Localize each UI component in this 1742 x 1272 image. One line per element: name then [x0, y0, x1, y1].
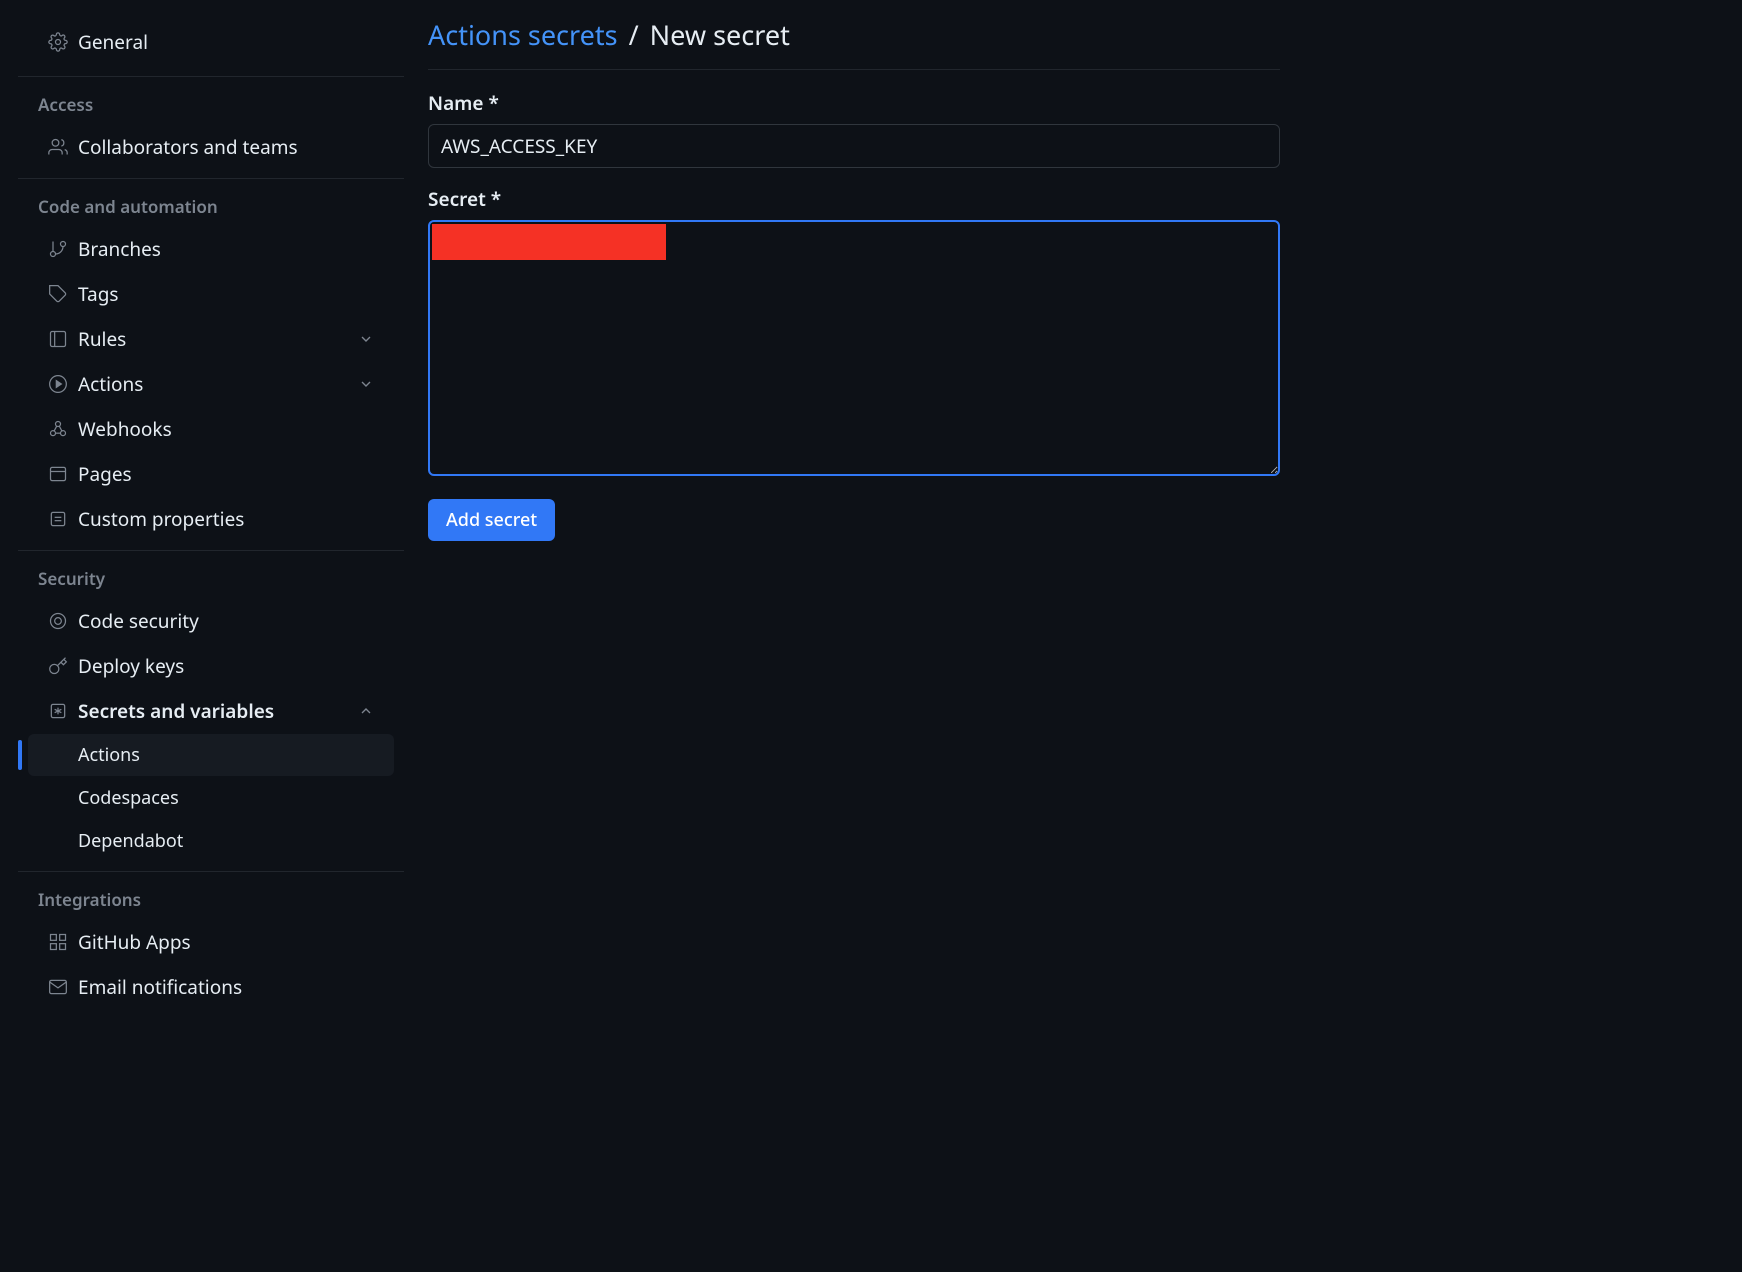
secret-label: Secret *	[428, 186, 1280, 212]
add-secret-button[interactable]: Add secret	[428, 499, 555, 541]
chevron-down-icon	[358, 376, 374, 392]
note-icon	[48, 509, 68, 529]
sidebar-item-label: GitHub Apps	[78, 929, 191, 955]
sidebar-subitem-actions[interactable]: Actions	[28, 734, 394, 776]
sidebar-item-label: Tags	[78, 281, 119, 307]
sidebar-item-label: Custom properties	[78, 506, 244, 532]
textarea-wrapper	[428, 220, 1280, 481]
sidebar-item-code-security[interactable]: Code security	[28, 599, 394, 643]
sidebar-item-label: Secrets and variables	[78, 698, 274, 724]
sidebar-subitem-label: Actions	[78, 743, 140, 767]
sidebar-item-branches[interactable]: Branches	[28, 227, 394, 271]
sidebar-subitem-label: Dependabot	[78, 829, 183, 853]
sidebar-subitem-codespaces[interactable]: Codespaces	[28, 777, 394, 819]
mail-icon	[48, 977, 68, 997]
form-group-secret: Secret *	[428, 186, 1280, 481]
scan-icon	[48, 611, 68, 631]
sidebar-item-actions[interactable]: Actions	[28, 362, 394, 406]
sidebar-item-label: Email notifications	[78, 974, 242, 1000]
main-content: Actions secrets / New secret Name * Secr…	[404, 0, 1304, 1272]
chevron-down-icon	[358, 331, 374, 347]
sidebar-item-label: General	[78, 29, 148, 55]
sidebar-item-secrets-variables[interactable]: Secrets and variables	[28, 689, 394, 733]
people-icon	[48, 137, 68, 157]
sidebar-item-custom-properties[interactable]: Custom properties	[28, 497, 394, 541]
sidebar-item-label: Webhooks	[78, 416, 172, 442]
name-label: Name *	[428, 90, 1280, 116]
name-input[interactable]	[428, 124, 1280, 168]
apps-icon	[48, 932, 68, 952]
tag-icon	[48, 284, 68, 304]
browser-icon	[48, 464, 68, 484]
sidebar-item-collaborators[interactable]: Collaborators and teams	[28, 125, 394, 169]
breadcrumb: Actions secrets / New secret	[428, 16, 1280, 70]
git-branch-icon	[48, 239, 68, 259]
sidebar-item-github-apps[interactable]: GitHub Apps	[28, 920, 394, 964]
sidebar-subitem-label: Codespaces	[78, 786, 179, 810]
asterisk-icon	[48, 701, 68, 721]
sidebar-item-general[interactable]: General	[28, 17, 394, 67]
sidebar-heading-security: Security	[18, 559, 404, 598]
chevron-up-icon	[358, 703, 374, 719]
breadcrumb-separator: /	[629, 16, 639, 53]
sidebar-item-label: Pages	[78, 461, 132, 487]
play-circle-icon	[48, 374, 68, 394]
sidebar-heading-code-automation: Code and automation	[18, 187, 404, 226]
sidebar-subitem-dependabot[interactable]: Dependabot	[28, 820, 394, 862]
key-icon	[48, 656, 68, 676]
webhook-icon	[48, 419, 68, 439]
sidebar-item-label: Deploy keys	[78, 653, 184, 679]
sidebar-item-rules[interactable]: Rules	[28, 317, 394, 361]
sidebar-item-tags[interactable]: Tags	[28, 272, 394, 316]
breadcrumb-parent-link[interactable]: Actions secrets	[428, 16, 618, 53]
book-icon	[48, 329, 68, 349]
sidebar-item-email-notifications[interactable]: Email notifications	[28, 965, 394, 1009]
sidebar-item-label: Collaborators and teams	[78, 134, 298, 160]
sidebar-item-pages[interactable]: Pages	[28, 452, 394, 496]
sidebar-item-label: Code security	[78, 608, 199, 634]
sidebar-item-webhooks[interactable]: Webhooks	[28, 407, 394, 451]
sidebar-heading-access: Access	[18, 85, 404, 124]
sidebar-item-label: Branches	[78, 236, 161, 262]
gear-icon	[48, 32, 68, 52]
breadcrumb-current: New secret	[650, 16, 790, 53]
form-group-name: Name *	[428, 90, 1280, 168]
sidebar-item-label: Rules	[78, 326, 126, 352]
secret-textarea[interactable]	[428, 220, 1280, 476]
sidebar-item-deploy-keys[interactable]: Deploy keys	[28, 644, 394, 688]
sidebar-item-label: Actions	[78, 371, 143, 397]
settings-sidebar: General Access Collaborators and teams C…	[0, 0, 404, 1272]
sidebar-heading-integrations: Integrations	[18, 880, 404, 919]
